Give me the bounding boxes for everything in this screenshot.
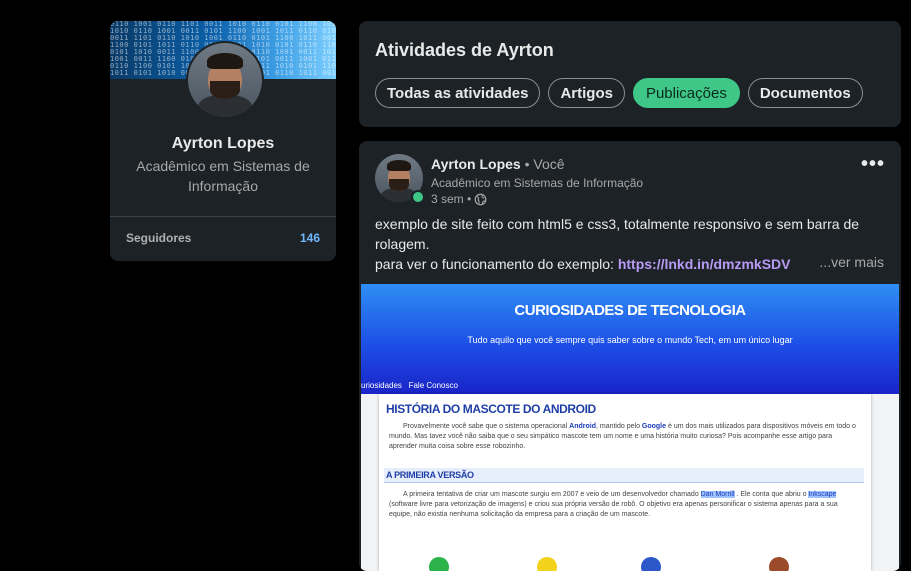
activities-title: Atividades de Ayrton bbox=[375, 40, 554, 60]
post-author-line: Ayrton Lopes • Você bbox=[431, 156, 565, 172]
embed-hero-subtitle: Tudo aquilo que você sempre quis saber s… bbox=[467, 335, 793, 345]
post-author-suffix: • Você bbox=[520, 156, 565, 172]
embed-section-title: A PRIMEIRA VERSÃO bbox=[386, 470, 474, 480]
post-image[interactable]: CURIOSIDADES DE TECNOLOGIA Tudo aquilo q… bbox=[361, 284, 899, 571]
embed-hero-banner: CURIOSIDADES DE TECNOLOGIA Tudo aquilo q… bbox=[361, 284, 899, 394]
profile-avatar[interactable] bbox=[186, 41, 264, 119]
tab-all-activities[interactable]: Todas as atividades bbox=[375, 78, 541, 108]
globe-icon bbox=[474, 193, 487, 205]
more-options-icon[interactable]: ••• bbox=[861, 153, 885, 176]
mascot-icon bbox=[429, 557, 449, 571]
profile-card: 0110 1001 0110 1101 0011 1010 0110 0101 … bbox=[110, 21, 336, 261]
divider bbox=[110, 216, 336, 217]
embed-nav: uriosidades Fale Conosco bbox=[361, 381, 458, 390]
embed-paragraph-1: Provavelmente você sabe que o sistema op… bbox=[389, 423, 856, 450]
embed-hero-title: CURIOSIDADES DE TECNOLOGIA bbox=[514, 302, 746, 319]
post-text-line1: exemplo de site feito com html5 e css3, … bbox=[375, 216, 860, 252]
see-more-button[interactable]: ...ver mais bbox=[819, 254, 884, 270]
followers-count[interactable]: 146 bbox=[300, 231, 320, 245]
embed-article: HISTÓRIA DO MASCOTE DO ANDROID Provavelm… bbox=[379, 394, 871, 571]
post-card: Ayrton Lopes • Você Acadêmico em Sistema… bbox=[359, 141, 901, 571]
followers-label[interactable]: Seguidores bbox=[126, 231, 191, 245]
post-text: exemplo de site feito com html5 e css3, … bbox=[375, 214, 885, 274]
tab-documents[interactable]: Documentos bbox=[747, 78, 863, 108]
tab-posts[interactable]: Publicações bbox=[632, 78, 740, 108]
post-link[interactable]: https://lnkd.in/dmzmkSDV bbox=[618, 256, 791, 272]
mascot-icon bbox=[769, 557, 789, 571]
embed-article-title: HISTÓRIA DO MASCOTE DO ANDROID bbox=[386, 402, 596, 416]
embed-nav-item: Fale Conosco bbox=[408, 381, 458, 390]
post-text-line2-prefix: para ver o funcionamento do exemplo: bbox=[375, 256, 618, 272]
post-text-line2: para ver o funcionamento do exemplo: htt… bbox=[375, 254, 885, 274]
post-author-name[interactable]: Ayrton Lopes bbox=[431, 156, 521, 172]
embed-nav-item: uriosidades bbox=[361, 381, 402, 390]
profile-headline: Acadêmico em Sistemas de Informação bbox=[136, 158, 310, 194]
activity-tabs: Todas as atividades Artigos Publicações … bbox=[375, 78, 863, 108]
online-status-icon bbox=[411, 190, 425, 204]
embed-paragraph-2: A primeira tentativa de criar um mascote… bbox=[389, 491, 838, 518]
post-meta: 3 sem • bbox=[431, 192, 487, 206]
activities-card: Atividades de Ayrton Todas as atividades… bbox=[359, 21, 901, 127]
profile-name[interactable]: Ayrton Lopes bbox=[110, 135, 336, 153]
post-time: 3 sem • bbox=[431, 192, 472, 206]
post-author-headline: Acadêmico em Sistemas de Informação bbox=[431, 176, 644, 190]
mascot-icon bbox=[537, 557, 557, 571]
tab-articles[interactable]: Artigos bbox=[548, 78, 625, 108]
mascot-icon bbox=[641, 557, 661, 571]
